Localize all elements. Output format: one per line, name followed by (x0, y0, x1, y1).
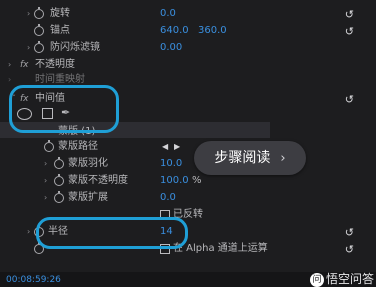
rotation-row: › 旋转 0.0 ↺ (0, 6, 376, 22)
mask-expansion-row: › 蒙版扩展 0.0 (0, 190, 376, 206)
stopwatch-icon[interactable] (54, 191, 64, 203)
stopwatch-icon[interactable] (34, 24, 44, 36)
anchor-label: 锚点 (50, 25, 70, 36)
step-reading-label: 步骤阅读 (214, 150, 271, 166)
expand-arrow-icon[interactable]: › (44, 190, 47, 206)
watermark-icon: 问 (309, 272, 324, 287)
reset-icon[interactable]: ↺ (345, 225, 354, 241)
mask-opacity-label: 蒙版不透明度 (68, 175, 128, 186)
mask-feather-row: › 蒙版羽化 10.0 (0, 156, 376, 172)
stopwatch-icon[interactable] (54, 157, 64, 169)
anchor-row: 锚点 640.0 360.0 ↺ (0, 23, 376, 39)
watermark: 问悟空问答 (309, 270, 374, 287)
expand-arrow-icon[interactable]: › (44, 173, 47, 189)
mask-feather-label: 蒙版羽化 (68, 158, 108, 169)
expand-arrow-icon[interactable]: › (27, 6, 30, 22)
anti-flicker-value[interactable]: 0.00 (160, 40, 182, 56)
anchor-y-value[interactable]: 360.0 (198, 23, 227, 39)
chevron-right-icon: › (280, 151, 286, 166)
expand-arrow-icon[interactable]: › (8, 72, 11, 88)
radius-highlight-box (36, 217, 188, 249)
previous-keyframe-icon[interactable]: ◀ (162, 139, 168, 155)
reset-icon[interactable]: ↺ (345, 7, 354, 23)
mask-opacity-value[interactable]: 100.0 (160, 173, 189, 189)
stopwatch-icon[interactable] (44, 140, 54, 152)
expand-arrow-icon[interactable]: › (27, 40, 30, 56)
mask-feather-value[interactable]: 10.0 (160, 156, 182, 172)
median-highlight-box (9, 85, 119, 133)
rotation-label: 旋转 (50, 8, 70, 19)
stopwatch-icon[interactable] (34, 41, 44, 53)
mask-opacity-unit: % (192, 175, 202, 186)
reset-icon[interactable]: ↺ (345, 242, 354, 258)
reset-icon[interactable]: ↺ (345, 92, 354, 108)
reset-icon[interactable]: ↺ (345, 24, 354, 40)
timecode[interactable]: 00:08:59:26 (6, 275, 61, 285)
stopwatch-icon[interactable] (34, 7, 44, 19)
opacity-label: 不透明度 (35, 59, 75, 70)
mask-path-label: 蒙版路径 (58, 141, 98, 152)
fx-icon[interactable]: fx (20, 57, 29, 73)
mask-opacity-row: › 蒙版不透明度 100.0 % (0, 173, 376, 189)
step-reading-button[interactable]: 步骤阅读 › (194, 141, 306, 175)
expand-arrow-icon[interactable]: › (44, 156, 47, 172)
watermark-text: 悟空问答 (325, 272, 374, 286)
expand-arrow-icon[interactable]: › (27, 224, 30, 240)
rotation-value[interactable]: 0.0 (160, 6, 176, 22)
anchor-x-value[interactable]: 640.0 (160, 23, 189, 39)
anti-flicker-label: 防闪烁滤镜 (50, 42, 100, 53)
stopwatch-icon[interactable] (54, 174, 64, 186)
mask-expansion-value[interactable]: 0.0 (160, 190, 176, 206)
next-keyframe-icon[interactable]: ▶ (174, 139, 180, 155)
mask-path-row: 蒙版路径 ◀ ▶ (0, 139, 376, 155)
alpha-label: 在 Alpha 通道上运算 (173, 243, 268, 254)
expand-arrow-icon[interactable]: › (8, 57, 11, 73)
opacity-row[interactable]: › fx 不透明度 (0, 57, 376, 73)
mask-expansion-label: 蒙版扩展 (68, 192, 108, 203)
anti-flicker-row: › 防闪烁滤镜 0.00 (0, 40, 376, 56)
